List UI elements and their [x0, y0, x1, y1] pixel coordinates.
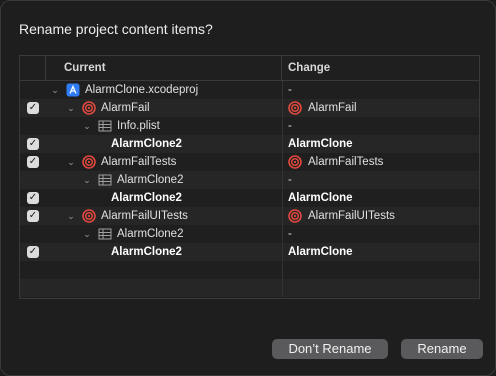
- row-current-label: AlarmClone.xcodeproj: [85, 84, 199, 96]
- plist-icon: [98, 173, 112, 187]
- row-checkbox[interactable]: ✓: [27, 102, 39, 114]
- chevron-down-icon[interactable]: ⌄: [82, 173, 92, 187]
- chevron-down-icon[interactable]: ⌄: [82, 227, 92, 241]
- header-checkbox-column: [20, 56, 46, 81]
- row-change-label: AlarmFailUITests: [308, 210, 395, 222]
- target-icon: [82, 209, 96, 223]
- row-current-label: AlarmFail: [101, 102, 150, 114]
- target-icon: [82, 155, 96, 169]
- table-row[interactable]: ✓ AlarmClone2 AlarmClone: [20, 243, 479, 261]
- chevron-down-icon[interactable]: ⌄: [66, 209, 76, 223]
- row-checkbox-cell: [20, 81, 46, 99]
- row-current-label: AlarmClone2: [111, 192, 182, 204]
- empty-row: [20, 279, 479, 297]
- row-change-label: -: [288, 228, 292, 240]
- plist-icon: [98, 227, 112, 241]
- target-icon: [288, 209, 302, 223]
- row-change-label: -: [288, 84, 292, 96]
- table-row[interactable]: ⌄ AlarmClone.xcodeproj -: [20, 81, 479, 99]
- table-row[interactable]: ✓ ⌄ AlarmFailTests AlarmFailTests: [20, 153, 479, 171]
- row-change-label: AlarmFailTests: [308, 156, 384, 168]
- row-change-label: AlarmFail: [308, 102, 357, 114]
- table-row[interactable]: ✓ ⌄ AlarmFailUITests AlarmFailUITests: [20, 207, 479, 225]
- chevron-down-icon[interactable]: ⌄: [50, 83, 60, 97]
- rename-items-table: Current Change ⌄ AlarmClone.xcodeproj -: [19, 55, 480, 299]
- rename-dialog: Rename project content items? Current Ch…: [0, 0, 496, 376]
- row-change-label: AlarmClone: [288, 246, 353, 258]
- row-current-label: AlarmFailTests: [101, 156, 177, 168]
- empty-row: [20, 261, 479, 279]
- row-current-label: Info.plist: [117, 120, 160, 132]
- row-change-label: AlarmClone: [288, 192, 353, 204]
- table-row[interactable]: ✓ AlarmClone2 AlarmClone: [20, 135, 479, 153]
- table-header: Current Change: [20, 56, 479, 81]
- chevron-down-icon[interactable]: ⌄: [66, 101, 76, 115]
- row-checkbox[interactable]: ✓: [27, 138, 39, 150]
- table-row[interactable]: ⌄ AlarmClone2 -: [20, 225, 479, 243]
- table-row[interactable]: ✓ ⌄ AlarmFail AlarmFail: [20, 99, 479, 117]
- row-current-label: AlarmClone2: [117, 228, 184, 240]
- table-row[interactable]: ⌄ AlarmClone2 -: [20, 171, 479, 189]
- chevron-down-icon[interactable]: ⌄: [66, 155, 76, 169]
- target-icon: [288, 155, 302, 169]
- row-change-label: -: [288, 120, 292, 132]
- dialog-title: Rename project content items?: [19, 21, 213, 37]
- row-current-label: AlarmFailUITests: [101, 210, 188, 222]
- row-current-label: AlarmClone2: [117, 174, 184, 186]
- row-current-label: AlarmClone2: [111, 246, 182, 258]
- row-checkbox[interactable]: ✓: [27, 156, 39, 168]
- plist-icon: [98, 119, 112, 133]
- chevron-down-icon[interactable]: ⌄: [82, 119, 92, 133]
- row-checkbox[interactable]: ✓: [27, 246, 39, 258]
- row-checkbox[interactable]: ✓: [27, 192, 39, 204]
- column-header-change[interactable]: Change: [282, 56, 479, 81]
- xcodeproj-icon: [66, 83, 80, 97]
- rename-button[interactable]: Rename: [401, 339, 483, 359]
- dont-rename-button[interactable]: Don’t Rename: [272, 339, 388, 359]
- target-icon: [288, 101, 302, 115]
- table-body: ⌄ AlarmClone.xcodeproj - ✓ ⌄ AlarmFail A…: [20, 81, 479, 298]
- column-header-current[interactable]: Current: [46, 56, 282, 81]
- table-row[interactable]: ✓ AlarmClone2 AlarmClone: [20, 189, 479, 207]
- row-checkbox[interactable]: ✓: [27, 210, 39, 222]
- target-icon: [82, 101, 96, 115]
- row-current-label: AlarmClone2: [111, 138, 182, 150]
- table-row[interactable]: ⌄ Info.plist -: [20, 117, 479, 135]
- row-change-label: -: [288, 174, 292, 186]
- row-change-label: AlarmClone: [288, 138, 353, 150]
